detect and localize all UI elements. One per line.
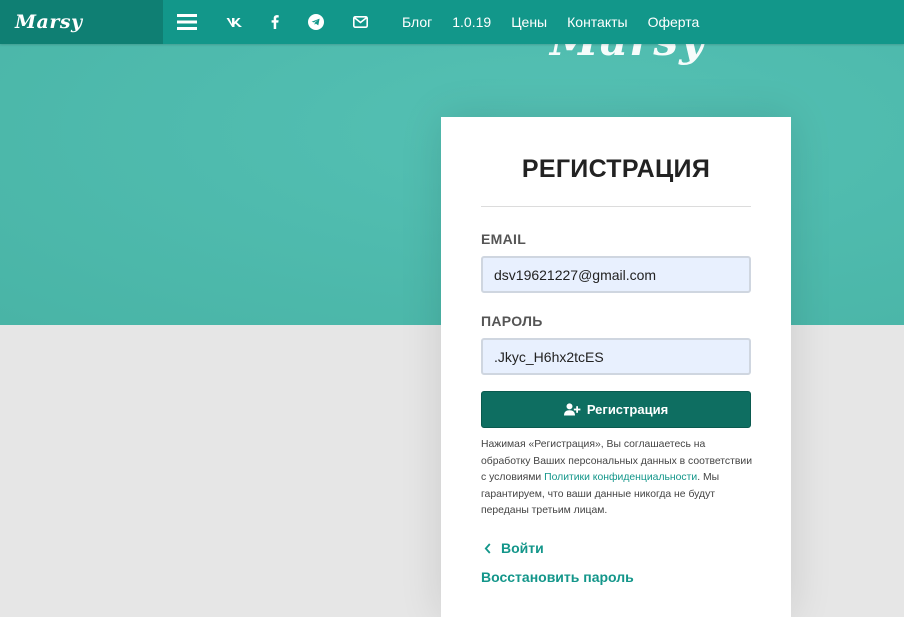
page-title: РЕГИСТРАЦИЯ (521, 155, 711, 183)
consent-text: Нажимая «Регистрация», Вы соглашаетесь н… (481, 437, 756, 520)
nav-links: Блог 1.0.19 Цены Контакты Оферта (392, 0, 709, 44)
menu-icon[interactable] (174, 9, 200, 35)
email-field[interactable] (481, 256, 751, 293)
mail-icon[interactable] (347, 9, 373, 35)
register-button[interactable]: Регистрация (481, 391, 751, 428)
email-label: EMAIL (481, 231, 527, 247)
password-field[interactable] (481, 338, 751, 375)
nav-link-version[interactable]: 1.0.19 (442, 14, 501, 30)
telegram-icon[interactable] (303, 9, 329, 35)
restore-password-link[interactable]: Восстановить пароль (481, 569, 634, 585)
privacy-policy-link[interactable]: Политики конфиденциальности (544, 472, 697, 483)
top-navbar: Marsy Блог 1.0.19 Цены Контакты Оферта (0, 0, 904, 44)
brand-logo[interactable]: Marsy (15, 11, 83, 33)
login-link-label: Войти (501, 540, 544, 556)
vk-icon[interactable] (221, 9, 247, 35)
title-divider (481, 206, 751, 207)
nav-link-contacts[interactable]: Контакты (557, 14, 637, 30)
facebook-icon[interactable] (262, 9, 288, 35)
brand[interactable]: Marsy (0, 0, 163, 44)
chevron-left-icon (484, 542, 491, 554)
nav-link-offer[interactable]: Оферта (638, 14, 710, 30)
add-user-icon (563, 403, 581, 416)
login-link[interactable]: Войти (484, 540, 544, 556)
nav-link-blog[interactable]: Блог (392, 14, 442, 30)
password-label: ПАРОЛЬ (481, 313, 543, 329)
register-button-label: Регистрация (586, 402, 669, 417)
nav-link-prices[interactable]: Цены (501, 14, 557, 30)
